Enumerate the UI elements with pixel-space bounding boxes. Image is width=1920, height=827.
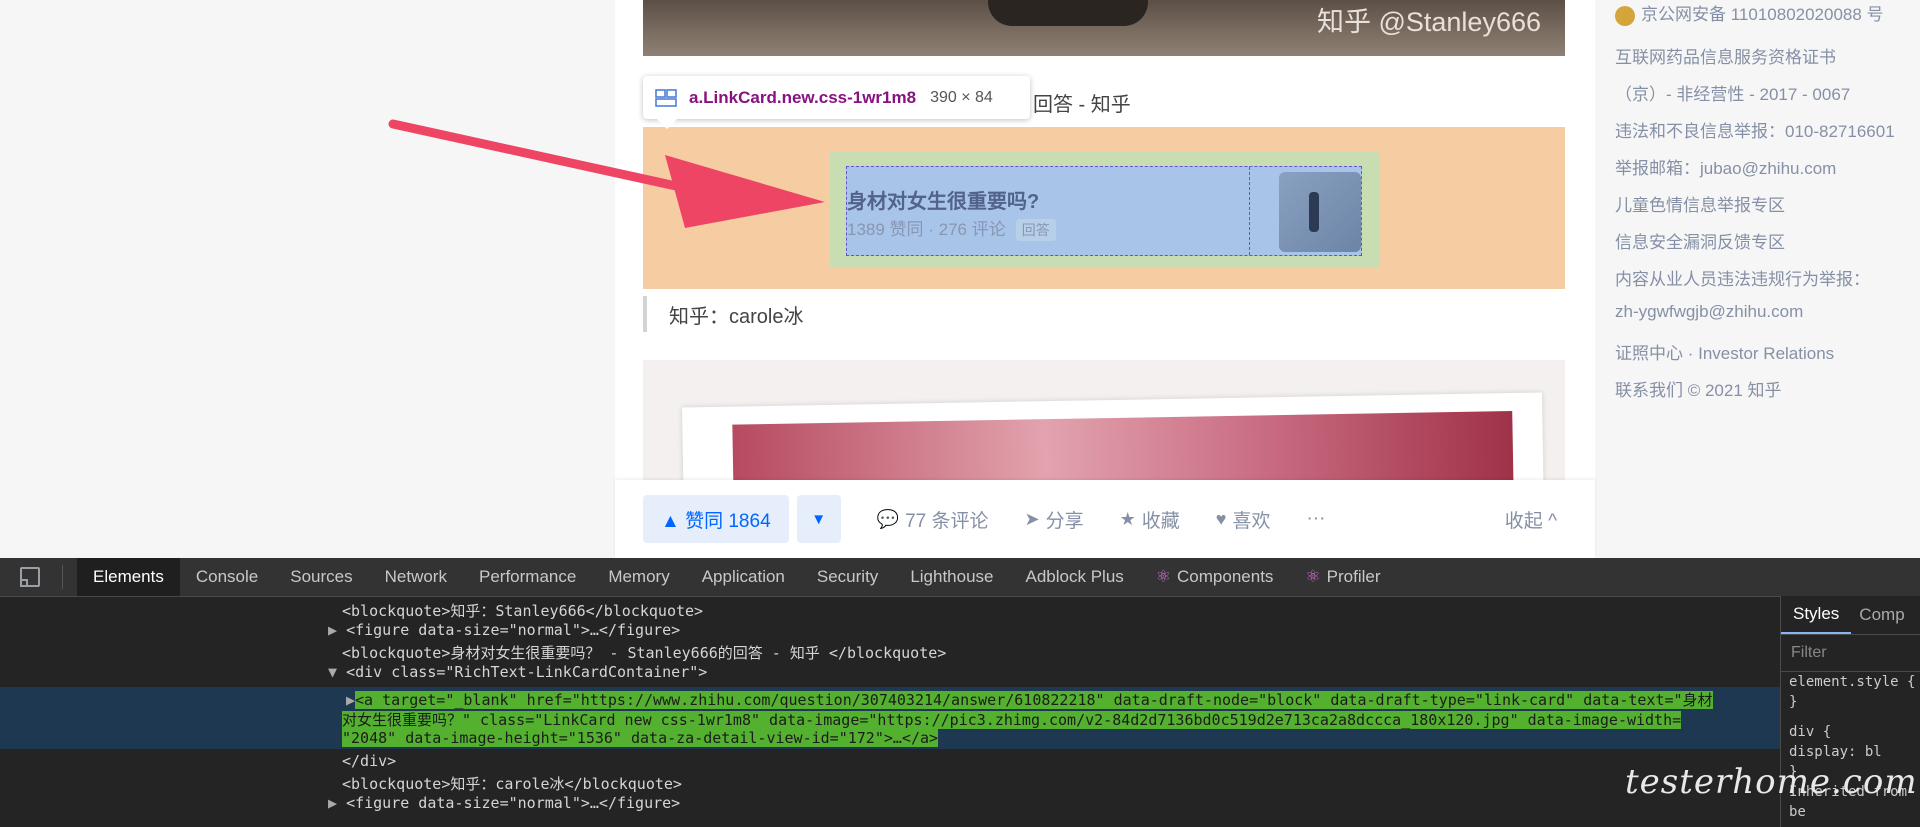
tab-elements[interactable]: Elements xyxy=(77,558,180,596)
tab-lighthouse[interactable]: Lighthouse xyxy=(894,558,1009,596)
sidebar-line[interactable]: 证照中心 · Investor Relations xyxy=(1615,339,1834,364)
sidebar-line: 内容从业人员违法违规行为举报： xyxy=(1615,270,1870,289)
sidebar-line: 违法和不良信息举报：010-82716601 xyxy=(1615,122,1895,141)
footer-sidebar: 京公网安备 11010802020088 号 互联网药品信息服务资格证书 （京）… xyxy=(1615,0,1920,558)
link-card-tag: 回答 xyxy=(1015,219,1056,241)
grid-layout-icon xyxy=(655,88,677,107)
dom-node[interactable]: ▼ <div class="RichText-LinkCardContainer… xyxy=(328,663,707,681)
link-card-meta: 1389 赞同 · 276 评论 回答 xyxy=(847,215,1056,241)
style-rule[interactable]: display: bl xyxy=(1781,742,1920,762)
inspect-tooltip: a.LinkCard.new.css-1wr1m8 390 × 84 xyxy=(643,76,1030,129)
dom-node-selected-cont: "2048" data-image-height="1536" data-za-… xyxy=(342,729,939,747)
tooltip-dimensions: 390 × 84 xyxy=(930,88,993,106)
answer-action-bar: ▲ 赞同 1864 ▼ 💬 77 条评论 ➤ 分享 ★ 收藏 ♥ 喜欢 ··· 收起 ^ xyxy=(615,480,1595,558)
sidebar-line: 联系我们 © 2021 知乎 xyxy=(1615,381,1782,400)
dom-node[interactable]: <blockquote>知乎：Stanley666</blockquote> xyxy=(342,600,703,621)
collapse-button[interactable]: 收起 ^ xyxy=(1505,506,1557,533)
tab-memory[interactable]: Memory xyxy=(592,558,685,596)
devtools-tabbar: Elements Console Sources Network Perform… xyxy=(0,558,1920,597)
photo-watermark: 知乎 @Stanley666 xyxy=(1316,7,1541,37)
tab-application[interactable]: Application xyxy=(686,558,801,596)
tooltip-pointer xyxy=(657,119,677,129)
dom-node[interactable]: <blockquote>知乎：carole冰</blockquote> xyxy=(342,773,682,794)
dom-node[interactable]: <blockquote>身材对女生很重要吗？ - Stanley666的回答 -… xyxy=(342,642,946,663)
react-icon: ⚛ xyxy=(1305,567,1321,586)
tab-network[interactable]: Network xyxy=(369,558,463,596)
dock-side-icon[interactable] xyxy=(20,567,40,587)
dom-node-selected-cont: 对女生很重要吗？" class="LinkCard new css-1wr1m8… xyxy=(342,711,1682,729)
link-card[interactable]: 身材对女生很重要吗? 1389 赞同 · 276 评论 回答 xyxy=(846,166,1362,256)
tab-computed[interactable]: Comp xyxy=(1851,605,1912,625)
quote-suffix: 回答 - 知乎 xyxy=(1033,94,1131,116)
tab-adblock-plus[interactable]: Adblock Plus xyxy=(1010,558,1140,596)
answer-photo: 知乎 @Stanley666 xyxy=(643,0,1565,56)
sidebar-line[interactable]: 信息安全漏洞反馈专区 xyxy=(1615,228,1785,253)
sidebar-line[interactable]: 互联网药品信息服务资格证书 xyxy=(1615,43,1836,68)
dom-node[interactable]: ▶ <figure data-size="normal">…</figure> xyxy=(328,794,680,812)
dom-node[interactable]: ▶ <figure data-size="normal">…</figure> xyxy=(328,621,680,639)
dom-node[interactable]: </div> xyxy=(342,752,396,770)
dom-node-selected[interactable]: ▶<a target="_blank" href="https://www.zh… xyxy=(346,689,1713,710)
sidebar-line[interactable]: 京公网安备 11010802020088 号 xyxy=(1615,0,1884,26)
heart-icon: ♥ xyxy=(1215,508,1227,529)
page-left-gutter xyxy=(0,0,615,558)
tab-components[interactable]: ⚛ Components xyxy=(1140,558,1290,596)
tab-security[interactable]: Security xyxy=(801,558,894,596)
styles-tabs: Styles Comp xyxy=(1781,596,1920,635)
link-card-title: 身材对女生很重要吗? xyxy=(847,191,1040,213)
upvote-button[interactable]: ▲ 赞同 1864 xyxy=(643,495,789,543)
police-badge-icon xyxy=(1615,5,1635,26)
style-rule: div { xyxy=(1789,724,1832,740)
link-card-thumbnail xyxy=(1279,172,1361,252)
share-button[interactable]: ➤ 分享 xyxy=(1024,506,1083,533)
photo-chair-shape xyxy=(988,0,1148,26)
comment-icon: 💬 xyxy=(876,508,900,529)
share-icon: ➤ xyxy=(1024,508,1040,529)
style-rule: } xyxy=(1789,694,1798,710)
answer-photo-2 xyxy=(643,360,1565,480)
collect-button[interactable]: ★ 收藏 xyxy=(1120,506,1180,533)
downvote-button[interactable]: ▼ xyxy=(796,495,841,543)
tab-console[interactable]: Console xyxy=(180,558,274,596)
tab-performance[interactable]: Performance xyxy=(463,558,592,596)
tab-profiler[interactable]: ⚛ Profiler xyxy=(1289,558,1396,596)
content-divider xyxy=(1249,167,1250,255)
like-button[interactable]: ♥ 喜欢 xyxy=(1216,506,1271,533)
sidebar-line[interactable]: 举报邮箱：jubao@zhihu.com xyxy=(1615,154,1836,179)
styles-filter-input[interactable]: Filter xyxy=(1781,635,1920,672)
sidebar-line: （京）- 非经营性 - 2017 - 0067 xyxy=(1615,85,1851,104)
react-icon: ⚛ xyxy=(1155,567,1172,586)
tab-styles[interactable]: Styles xyxy=(1781,596,1852,634)
comments-button[interactable]: 💬 77 条评论 xyxy=(877,506,989,533)
style-rule: element.style { xyxy=(1789,674,1916,690)
star-icon: ★ xyxy=(1119,508,1136,529)
tab-sources[interactable]: Sources xyxy=(274,558,368,596)
annotation-arrow-icon xyxy=(388,119,825,228)
more-button[interactable]: ··· xyxy=(1306,508,1325,530)
tooltip-selector: a.LinkCard.new.css-1wr1m8 xyxy=(689,87,917,107)
site-watermark: testerhome.com xyxy=(1625,762,1918,802)
sidebar-line[interactable]: 儿童色情信息举报专区 xyxy=(1615,191,1785,216)
sidebar-line[interactable]: zh-ygwfwgjb@zhihu.com xyxy=(1615,302,1803,322)
blockquote-author: 知乎：carole冰 xyxy=(643,296,803,332)
elements-tree: <blockquote>知乎：Stanley666</blockquote> ▶… xyxy=(0,596,1780,827)
